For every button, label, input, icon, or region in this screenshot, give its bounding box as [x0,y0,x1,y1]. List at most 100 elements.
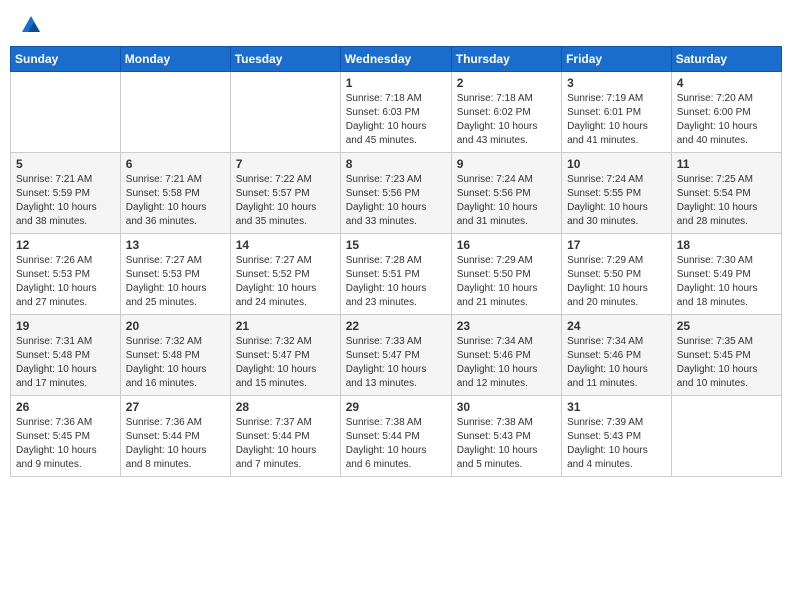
day-info: Sunrise: 7:27 AM Sunset: 5:52 PM Dayligh… [236,254,335,310]
calendar-cell: 18 Sunrise: 7:30 AM Sunset: 5:49 PM Dayli… [671,234,781,315]
day-number: 23 [457,319,556,333]
day-info: Sunrise: 7:22 AM Sunset: 5:57 PM Dayligh… [236,173,335,229]
day-number: 4 [677,76,776,90]
day-info: Sunrise: 7:38 AM Sunset: 5:44 PM Dayligh… [346,416,446,472]
calendar-cell [11,72,121,153]
day-number: 19 [16,319,115,333]
day-number: 27 [126,400,225,414]
calendar-cell: 22 Sunrise: 7:33 AM Sunset: 5:47 PM Dayli… [340,315,451,396]
day-number: 16 [457,238,556,252]
day-number: 17 [567,238,666,252]
day-number: 26 [16,400,115,414]
day-number: 24 [567,319,666,333]
calendar-table: SundayMondayTuesdayWednesdayThursdayFrid… [10,46,782,477]
day-info: Sunrise: 7:39 AM Sunset: 5:43 PM Dayligh… [567,416,666,472]
day-number: 18 [677,238,776,252]
calendar-week-4: 19 Sunrise: 7:31 AM Sunset: 5:48 PM Dayli… [11,315,782,396]
day-info: Sunrise: 7:32 AM Sunset: 5:47 PM Dayligh… [236,335,335,391]
day-number: 6 [126,157,225,171]
day-info: Sunrise: 7:27 AM Sunset: 5:53 PM Dayligh… [126,254,225,310]
day-info: Sunrise: 7:24 AM Sunset: 5:56 PM Dayligh… [457,173,556,229]
day-number: 13 [126,238,225,252]
day-info: Sunrise: 7:28 AM Sunset: 5:51 PM Dayligh… [346,254,446,310]
day-info: Sunrise: 7:38 AM Sunset: 5:43 PM Dayligh… [457,416,556,472]
day-info: Sunrise: 7:36 AM Sunset: 5:45 PM Dayligh… [16,416,115,472]
calendar-cell: 1 Sunrise: 7:18 AM Sunset: 6:03 PM Daylig… [340,72,451,153]
day-info: Sunrise: 7:20 AM Sunset: 6:00 PM Dayligh… [677,92,776,148]
calendar-cell: 8 Sunrise: 7:23 AM Sunset: 5:56 PM Daylig… [340,153,451,234]
day-number: 30 [457,400,556,414]
day-number: 12 [16,238,115,252]
page-header [10,10,782,40]
calendar-cell: 5Sunrise: 7:21 AM Sunset: 5:59 PM Daylig… [11,153,121,234]
calendar-cell: 28 Sunrise: 7:37 AM Sunset: 5:44 PM Dayli… [230,396,340,477]
weekday-header-sunday: Sunday [11,47,121,72]
day-number: 22 [346,319,446,333]
day-info: Sunrise: 7:25 AM Sunset: 5:54 PM Dayligh… [677,173,776,229]
calendar-cell: 11 Sunrise: 7:25 AM Sunset: 5:54 PM Dayli… [671,153,781,234]
calendar-week-5: 26 Sunrise: 7:36 AM Sunset: 5:45 PM Dayli… [11,396,782,477]
calendar-cell: 23 Sunrise: 7:34 AM Sunset: 5:46 PM Dayli… [451,315,561,396]
calendar-cell: 16 Sunrise: 7:29 AM Sunset: 5:50 PM Dayli… [451,234,561,315]
logo-icon [20,14,42,36]
day-number: 2 [457,76,556,90]
calendar-cell [671,396,781,477]
weekday-header-friday: Friday [562,47,672,72]
day-number: 10 [567,157,666,171]
calendar-cell: 30 Sunrise: 7:38 AM Sunset: 5:43 PM Dayli… [451,396,561,477]
calendar-cell: 6Sunrise: 7:21 AM Sunset: 5:58 PM Daylig… [120,153,230,234]
calendar-cell: 19 Sunrise: 7:31 AM Sunset: 5:48 PM Dayli… [11,315,121,396]
day-info: Sunrise: 7:29 AM Sunset: 5:50 PM Dayligh… [457,254,556,310]
day-number: 29 [346,400,446,414]
logo [18,14,42,36]
calendar-cell [230,72,340,153]
calendar-cell: 4 Sunrise: 7:20 AM Sunset: 6:00 PM Daylig… [671,72,781,153]
weekday-header-monday: Monday [120,47,230,72]
calendar-cell: 25 Sunrise: 7:35 AM Sunset: 5:45 PM Dayli… [671,315,781,396]
day-number: 11 [677,157,776,171]
day-info: Sunrise: 7:32 AM Sunset: 5:48 PM Dayligh… [126,335,225,391]
day-number: 8 [346,157,446,171]
day-number: 5 [16,157,115,171]
calendar-week-2: 5Sunrise: 7:21 AM Sunset: 5:59 PM Daylig… [11,153,782,234]
day-number: 28 [236,400,335,414]
weekday-header-wednesday: Wednesday [340,47,451,72]
day-number: 15 [346,238,446,252]
calendar-cell: 27 Sunrise: 7:36 AM Sunset: 5:44 PM Dayli… [120,396,230,477]
calendar-cell: 15 Sunrise: 7:28 AM Sunset: 5:51 PM Dayli… [340,234,451,315]
day-info: Sunrise: 7:23 AM Sunset: 5:56 PM Dayligh… [346,173,446,229]
day-number: 20 [126,319,225,333]
calendar-header-row: SundayMondayTuesdayWednesdayThursdayFrid… [11,47,782,72]
day-info: Sunrise: 7:19 AM Sunset: 6:01 PM Dayligh… [567,92,666,148]
calendar-cell: 13 Sunrise: 7:27 AM Sunset: 5:53 PM Dayli… [120,234,230,315]
calendar-cell: 14 Sunrise: 7:27 AM Sunset: 5:52 PM Dayli… [230,234,340,315]
day-info: Sunrise: 7:30 AM Sunset: 5:49 PM Dayligh… [677,254,776,310]
day-info: Sunrise: 7:34 AM Sunset: 5:46 PM Dayligh… [457,335,556,391]
day-info: Sunrise: 7:18 AM Sunset: 6:03 PM Dayligh… [346,92,446,148]
day-info: Sunrise: 7:26 AM Sunset: 5:53 PM Dayligh… [16,254,115,310]
calendar-cell: 24Sunrise: 7:34 AM Sunset: 5:46 PM Dayli… [562,315,672,396]
day-number: 3 [567,76,666,90]
day-info: Sunrise: 7:37 AM Sunset: 5:44 PM Dayligh… [236,416,335,472]
calendar-cell [120,72,230,153]
calendar-cell: 29 Sunrise: 7:38 AM Sunset: 5:44 PM Dayli… [340,396,451,477]
calendar-cell: 17Sunrise: 7:29 AM Sunset: 5:50 PM Dayli… [562,234,672,315]
calendar-cell: 12 Sunrise: 7:26 AM Sunset: 5:53 PM Dayli… [11,234,121,315]
weekday-header-thursday: Thursday [451,47,561,72]
calendar-cell: 10Sunrise: 7:24 AM Sunset: 5:55 PM Dayli… [562,153,672,234]
day-number: 7 [236,157,335,171]
day-info: Sunrise: 7:35 AM Sunset: 5:45 PM Dayligh… [677,335,776,391]
day-number: 1 [346,76,446,90]
day-number: 21 [236,319,335,333]
day-info: Sunrise: 7:36 AM Sunset: 5:44 PM Dayligh… [126,416,225,472]
calendar-cell: 9 Sunrise: 7:24 AM Sunset: 5:56 PM Daylig… [451,153,561,234]
day-info: Sunrise: 7:33 AM Sunset: 5:47 PM Dayligh… [346,335,446,391]
weekday-header-tuesday: Tuesday [230,47,340,72]
day-info: Sunrise: 7:31 AM Sunset: 5:48 PM Dayligh… [16,335,115,391]
day-number: 9 [457,157,556,171]
day-number: 14 [236,238,335,252]
calendar-week-1: 1 Sunrise: 7:18 AM Sunset: 6:03 PM Daylig… [11,72,782,153]
calendar-cell: 26 Sunrise: 7:36 AM Sunset: 5:45 PM Dayli… [11,396,121,477]
weekday-header-saturday: Saturday [671,47,781,72]
day-number: 25 [677,319,776,333]
